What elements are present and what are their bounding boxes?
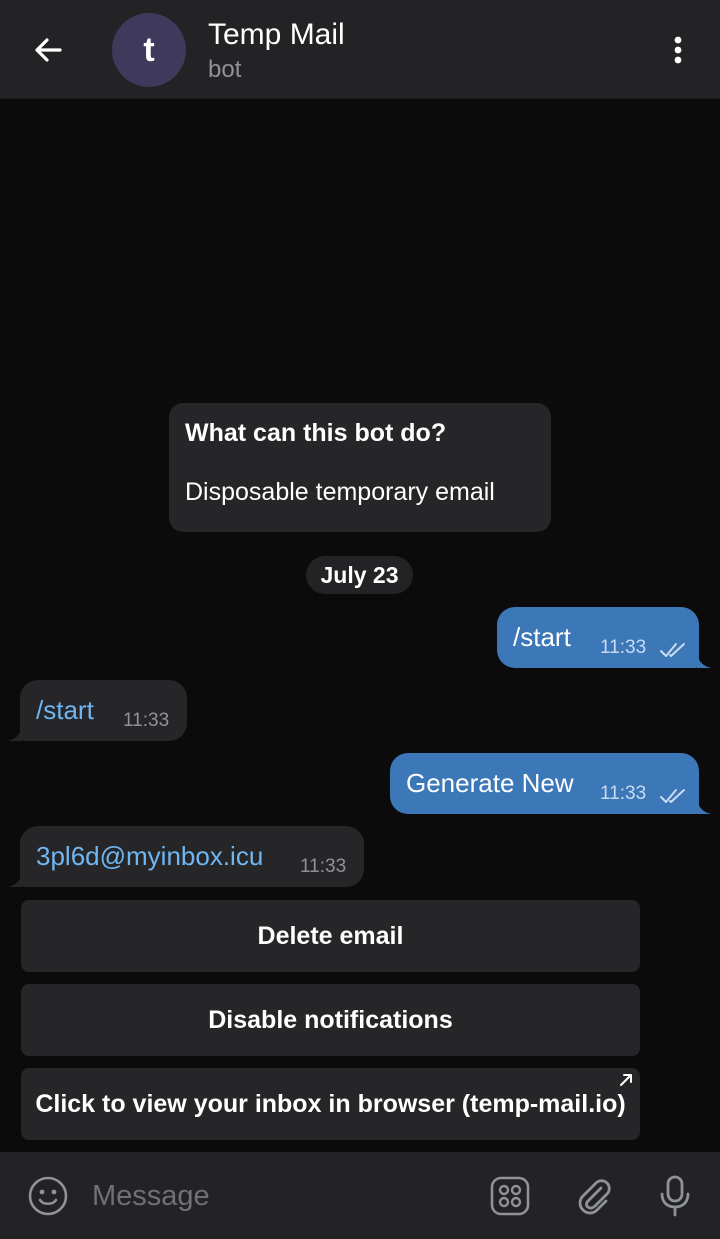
view-inbox-in-browser-button[interactable]: Click to view your inbox in browser (tem… (21, 1068, 640, 1140)
bubble-tail (697, 800, 711, 814)
back-button[interactable] (26, 28, 70, 72)
date-separator: July 23 (306, 556, 413, 594)
bubble-tail (8, 873, 22, 887)
message-text: Generate New (406, 768, 574, 798)
message-text[interactable]: /start (36, 695, 94, 726)
kebab-menu-icon (674, 36, 682, 64)
double-check-icon (660, 789, 685, 803)
emoji-icon (28, 1176, 68, 1216)
message-time: 11:33 (600, 637, 647, 658)
more-menu-button[interactable] (656, 28, 700, 72)
incoming-message[interactable]: /start 11:33 (20, 680, 187, 741)
bot-commands-button[interactable] (486, 1172, 534, 1220)
bot-intro-title: What can this bot do? (185, 419, 447, 447)
bot-intro-description: Disposable temporary email (185, 478, 495, 506)
message-time: 11:33 (123, 710, 170, 731)
incoming-message[interactable]: 3pl6d@myinbox.icu 11:33 (20, 826, 364, 887)
grid-icon (490, 1176, 530, 1216)
message-list[interactable]: What can this bot do? Disposable tempora… (0, 99, 720, 1151)
avatar[interactable]: t (112, 13, 186, 87)
voice-message-button[interactable] (651, 1172, 699, 1220)
double-check-icon (660, 643, 685, 657)
message-time: 11:33 (600, 783, 647, 804)
bubble-tail (8, 727, 22, 741)
external-link-icon (620, 1074, 632, 1086)
button-label: Disable notifications (208, 1005, 453, 1034)
bubble-tail (697, 654, 711, 668)
chat-title[interactable]: Temp Mail (208, 18, 345, 52)
message-time: 11:33 (300, 856, 347, 877)
delete-email-button[interactable]: Delete email (21, 900, 640, 972)
emoji-button[interactable] (24, 1172, 72, 1220)
bot-intro-card: What can this bot do? Disposable tempora… (169, 403, 551, 532)
button-label: Delete email (257, 921, 404, 950)
message-composer (0, 1152, 720, 1239)
outgoing-message[interactable]: Generate New 11:33 (390, 753, 699, 814)
attach-button[interactable] (570, 1172, 618, 1220)
message-text: /start (513, 622, 571, 652)
outgoing-message[interactable]: /start 11:33 (497, 607, 699, 668)
chat-header: t Temp Mail bot (0, 0, 720, 99)
message-input[interactable] (92, 1174, 462, 1218)
paperclip-icon (578, 1179, 611, 1215)
disable-notifications-button[interactable]: Disable notifications (21, 984, 640, 1056)
chat-subtitle: bot (208, 56, 242, 83)
arrow-left-icon (35, 38, 62, 62)
microphone-icon (660, 1175, 690, 1217)
email-address-text[interactable]: 3pl6d@myinbox.icu (36, 841, 263, 872)
button-label: Click to view your inbox in browser (tem… (35, 1089, 626, 1118)
